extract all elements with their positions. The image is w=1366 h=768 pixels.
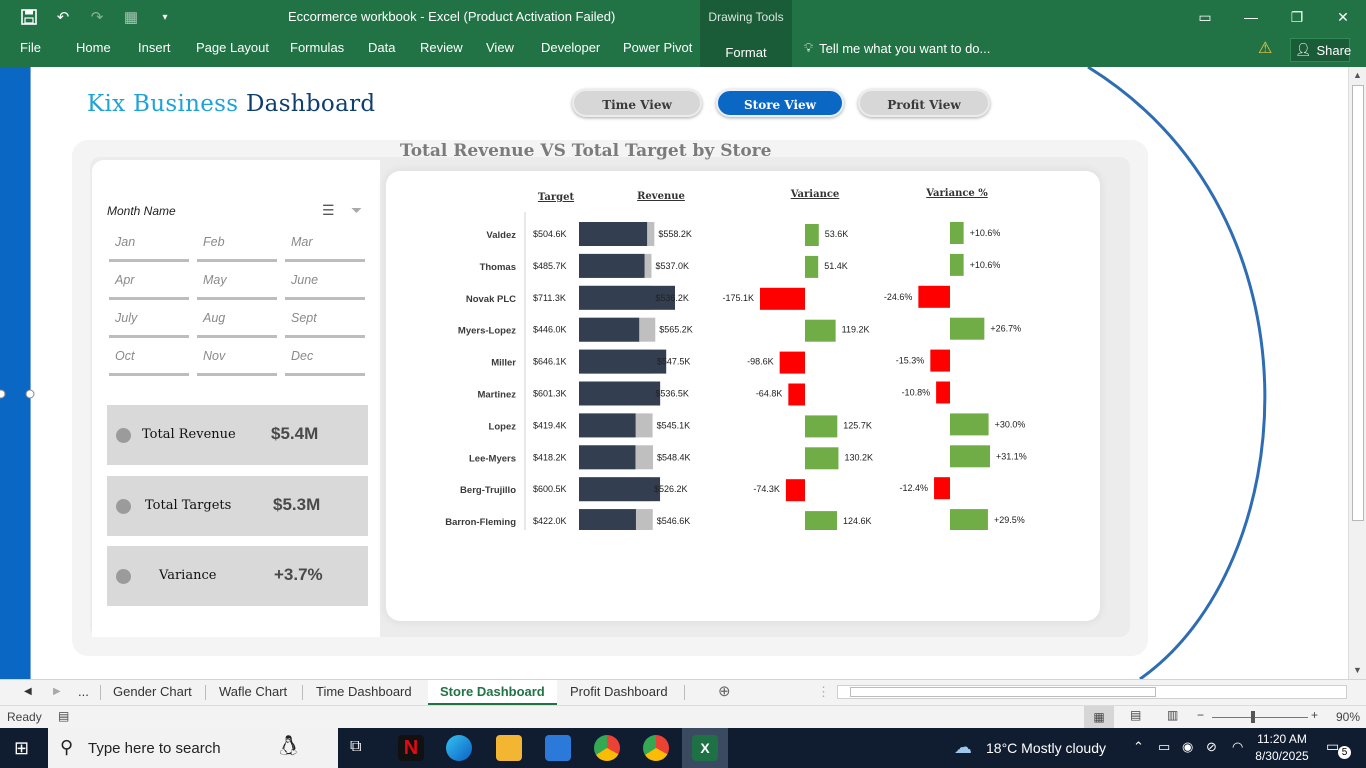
notification-count: 5 [1338,746,1351,759]
sheet-tab-wafle-chart[interactable]: Wafle Chart [219,684,287,699]
window-title: Eccormerce workbook - Excel (Product Act… [288,9,616,24]
page-break-view-icon[interactable]: ▥ [1167,708,1178,722]
tab-developer[interactable]: Developer [541,40,600,55]
undo-icon[interactable]: ↶ [52,6,74,28]
dashboard-title: Kix Business Dashboard [87,91,375,117]
status-bar: Ready ▤ ▦ ▤ ▥ − + 90% [0,705,1366,728]
taskbar-search[interactable]: ⚲ Type here to search 🐧︎ [48,728,338,768]
zoom-out-icon[interactable]: − [1197,708,1204,722]
windows-taskbar: ⊞ ⚲ Type here to search 🐧︎ ⧉ N X ☁ 18°C … [0,728,1366,768]
scroll-down-icon[interactable]: ▼ [1353,665,1362,675]
search-highlight-icon: 🐧︎ [280,730,298,761]
windows-start-icon[interactable]: ⊞ [14,738,29,759]
tab-scroll-left-icon[interactable]: ◀ [24,686,32,697]
netflix-icon[interactable]: N [398,735,424,761]
form-icon[interactable]: ▦ [120,6,142,28]
title-bar: ↶ ↷ ▦ ▾ Eccormerce workbook - Excel (Pro… [0,0,1366,34]
excel-taskbar-button[interactable]: X [682,728,728,768]
tray-chevron-icon[interactable]: ⌃ [1133,739,1144,755]
share-button[interactable]: 👤︎ Share [1290,38,1352,62]
weather-text[interactable]: 18°C Mostly cloudy [986,740,1106,756]
tab-format[interactable]: Format [700,34,792,67]
zoom-slider[interactable] [1212,717,1308,718]
battery-icon[interactable]: ▭ [1158,739,1170,755]
tab-insert[interactable]: Insert [138,40,171,55]
tell-me-text: Tell me what you want to do... [819,40,991,56]
dashboard-title-part1: Kix Business [87,91,246,117]
search-icon: ⚲ [60,737,74,757]
tab-file[interactable]: File [20,40,41,55]
close-icon[interactable]: ✕ [1320,0,1366,34]
sheet-tab-bar: ◀ ▶ ... Gender Chart Wafle Chart Time Da… [0,679,1366,705]
window-controls: ▭ — ❐ ✕ [1182,0,1366,34]
chrome-icon[interactable] [594,735,620,761]
zoom-slider-handle[interactable] [1251,711,1255,723]
save-icon[interactable] [18,6,40,28]
zoom-level[interactable]: 90% [1336,710,1360,724]
redo-icon[interactable]: ↷ [86,6,108,28]
tab-page-layout[interactable]: Page Layout [196,40,269,55]
sheet-tab-profit-dashboard[interactable]: Profit Dashboard [570,684,668,699]
vertical-scroll-thumb[interactable] [1352,85,1364,521]
wifi-icon[interactable]: ◠ [1232,739,1243,755]
mic-muted-icon[interactable]: ⊘ [1206,739,1217,755]
sheet-tab-store-dashboard[interactable]: Store Dashboard [428,680,557,705]
profit-view-button[interactable]: Profit View [858,89,990,117]
tab-review[interactable]: Review [420,40,463,55]
clock-time[interactable]: 11:20 AM [1254,732,1310,746]
page-layout-view-icon[interactable]: ▤ [1130,708,1141,722]
normal-view-icon[interactable]: ▦ [1084,706,1114,728]
sheet-tab-time-dashboard[interactable]: Time Dashboard [316,684,412,699]
clock-date[interactable]: 8/30/2025 [1254,749,1310,763]
macro-record-icon[interactable]: ▤ [58,709,69,723]
tab-split-handle[interactable]: ⋮ [817,684,830,700]
weather-cloud-icon[interactable]: ☁ [954,737,972,758]
tab-scroll-right-icon[interactable]: ▶ [53,686,61,697]
tab-view[interactable]: View [486,40,514,55]
customize-qat-icon[interactable]: ▾ [154,6,176,28]
excel-icon: X [692,735,718,761]
edge-icon[interactable] [446,735,472,761]
filter-panel [92,160,380,637]
scroll-up-icon[interactable]: ▲ [1353,70,1362,80]
restore-icon[interactable]: ❐ [1274,0,1320,34]
store-view-button[interactable]: Store View [716,89,844,117]
ribbon-tabs: File Home Insert Page Layout Formulas Da… [0,34,1366,67]
tab-formulas[interactable]: Formulas [290,40,344,55]
person-icon: 👤︎ [1295,42,1312,57]
status-ready: Ready [7,710,42,724]
zoom-in-icon[interactable]: + [1311,708,1318,722]
more-sheets[interactable]: ... [78,684,89,699]
time-view-button[interactable]: Time View [572,89,702,117]
sheet-tab-gender-chart[interactable]: Gender Chart [113,684,192,699]
tab-home[interactable]: Home [76,40,111,55]
search-placeholder: Type here to search [88,740,221,757]
worksheet-area[interactable]: Kix Business Dashboard Time View Store V… [0,67,1348,679]
share-label: Share [1316,42,1352,58]
horizontal-scroll-thumb[interactable] [850,687,1156,697]
meet-now-icon[interactable]: ◉ [1182,739,1193,755]
vertical-scrollbar[interactable]: ▲ ▼ [1348,67,1366,679]
file-explorer-icon[interactable] [496,735,522,761]
quick-access-toolbar: ↶ ↷ ▦ ▾ [18,6,176,28]
mail-icon[interactable] [545,735,571,761]
horizontal-scrollbar[interactable] [837,685,1347,699]
minimize-icon[interactable]: — [1228,0,1274,34]
ribbon-display-icon[interactable]: ▭ [1182,0,1228,34]
tab-data[interactable]: Data [368,40,395,55]
dashboard-title-part2: Dashboard [245,91,376,117]
warning-icon[interactable]: ⚠ [1258,38,1272,58]
tab-power-pivot[interactable]: Power Pivot [623,40,692,55]
chrome-icon[interactable] [643,735,669,761]
tell-me-box[interactable]: 💡︎ Tell me what you want to do... [804,40,990,56]
lightbulb-icon: 💡︎ [804,40,814,55]
left-accent-shape[interactable] [0,67,31,679]
task-view-icon[interactable]: ⧉ [350,738,361,756]
drawing-tools-label: Drawing Tools [700,0,792,34]
new-sheet-icon[interactable]: ⊕ [718,682,731,700]
